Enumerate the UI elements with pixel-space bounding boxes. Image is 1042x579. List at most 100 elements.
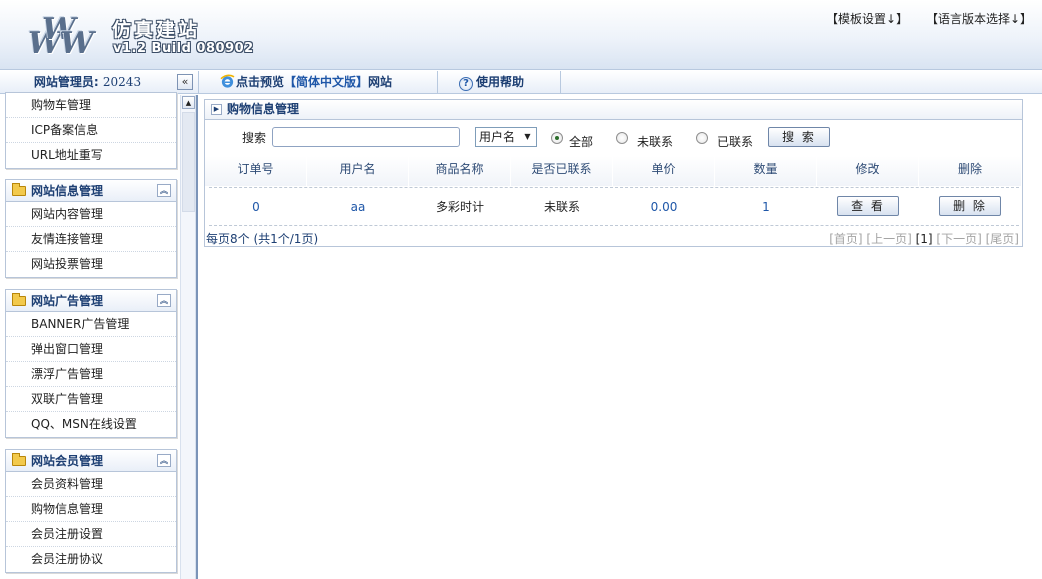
sidebar-group-title: 网站信息管理 [31,184,104,198]
search-button[interactable]: 搜 索 [768,127,830,147]
language-select-link[interactable]: 【语言版本选择↓】 [926,12,1032,26]
help-link[interactable]: ? 使用帮助 [459,71,524,93]
sidebar-group-partial: 购物车管理 ICP备案信息 URL地址重写 [5,92,177,169]
pager: [首页] [上一页] [1] [下一页] [尾页] [829,230,1019,247]
preview-suffix: 网站 [368,75,393,89]
sidebar-item-cart[interactable]: 购物车管理 [6,93,176,118]
column-header[interactable]: 修改 [817,156,919,186]
column-header[interactable]: 单价 [613,156,715,186]
divider [209,225,1019,226]
template-settings-link[interactable]: 【模板设置↓】 [826,12,908,26]
column-header[interactable]: 是否已联系 [511,156,613,186]
folder-icon [12,453,26,466]
sidebar-item-register-settings[interactable]: 会员注册设置 [6,522,176,547]
sidebar-item-float-ad[interactable]: 漂浮广告管理 [6,362,176,387]
arrow-right-icon: ▶ [211,104,222,115]
folder-icon [12,293,26,306]
sidebar-group-header[interactable]: 网站信息管理 ︽ [6,180,176,202]
column-header[interactable]: 用户名 [307,156,409,186]
column-header[interactable]: 数量 [715,156,817,186]
radio-uncontacted[interactable] [616,132,628,144]
column-header[interactable]: 商品名称 [409,156,511,186]
sidebar: 购物车管理 ICP备案信息 URL地址重写 网站信息管理 ︽ 网站内容管理 友情… [0,92,180,579]
help-label: 使用帮助 [476,75,525,89]
cell-order-no: 0 [252,200,260,214]
sidebar-item-popup[interactable]: 弹出窗口管理 [6,337,176,362]
pager-current: [1] [915,232,933,246]
table-header: 订单号 用户名 商品名称 是否已联系 单价 数量 修改 删除 [205,156,1022,186]
cell-price: 0.00 [650,200,678,214]
pager-next[interactable]: [下一页] [936,232,981,246]
sidebar-item-votes[interactable]: 网站投票管理 [6,252,176,277]
admin-id: 20243 [102,75,142,89]
sidebar-item-url-rewrite[interactable]: URL地址重写 [6,143,176,168]
radio-all-label: 全部 [569,135,594,149]
sidebar-item-icp[interactable]: ICP备案信息 [6,118,176,143]
browser-icon [220,74,235,88]
delete-button[interactable]: 删 除 [939,196,1001,216]
site-version: v1.2 Build 080902 [113,41,254,56]
cell-product: 多彩时计 [435,200,484,214]
sidebar-item-couplet-ad[interactable]: 双联广告管理 [6,387,176,412]
collapse-icon[interactable]: ︽ [157,294,171,307]
cell-contacted: 未联系 [543,200,580,214]
collapse-icon[interactable]: ︽ [157,454,171,467]
main-left-border [196,95,198,579]
collapse-icon[interactable]: ︽ [157,184,171,197]
cell-username: aa [350,200,366,214]
site-title: 仿真建站 [112,19,201,41]
divider [209,187,1019,188]
view-button[interactable]: 查 看 [837,196,899,216]
nav-bar: 网站管理员: 20243 « 点击预览【简体中文版】网站 ? 使用帮助 [0,71,1042,94]
radio-contacted[interactable] [696,132,708,144]
sidebar-scrollbar[interactable]: ▲ [180,95,196,579]
column-header[interactable]: 删除 [919,156,1022,186]
sidebar-item-banner[interactable]: BANNER广告管理 [6,312,176,337]
radio-all[interactable] [551,132,563,144]
sidebar-item-content[interactable]: 网站内容管理 [6,202,176,227]
sidebar-item-member-info[interactable]: 会员资料管理 [6,472,176,497]
top-links: 【模板设置↓】 【语言版本选择↓】 [812,10,1032,27]
pager-summary: 每页8个 (共1个/1页) [206,232,319,246]
chevron-down-icon: ▼ [524,132,531,141]
nav-divider [198,71,199,93]
preview-version: 【简体中文版】 [284,75,369,89]
panel-title: 购物信息管理 [227,102,300,116]
cell-quantity: 1 [762,200,770,214]
preview-site-link[interactable]: 点击预览【简体中文版】网站 [220,71,392,93]
sidebar-group-title: 网站会员管理 [31,454,104,468]
scroll-up-icon[interactable]: ▲ [182,96,195,109]
sidebar-group-site-info: 网站信息管理 ︽ 网站内容管理 友情连接管理 网站投票管理 [5,179,177,278]
table-row: 0 aa 多彩时计 未联系 0.00 1 查 看 删 除 [205,191,1022,223]
search-field-select[interactable]: 用户名 ▼ [475,127,537,147]
sidebar-item-qq-msn[interactable]: QQ、MSN在线设置 [6,412,176,437]
panel-header: ▶ 购物信息管理 [205,100,1022,120]
pager-last[interactable]: [尾页] [986,232,1019,246]
radio-contacted-label: 已联系 [717,135,754,149]
select-value: 用户名 [479,130,516,144]
help-icon: ? [459,77,473,91]
preview-prefix: 点击预览 [236,75,285,89]
sidebar-item-links[interactable]: 友情连接管理 [6,227,176,252]
sidebar-group-ads: 网站广告管理 ︽ BANNER广告管理 弹出窗口管理 漂浮广告管理 双联广告管理… [5,289,177,438]
shopping-info-panel: ▶ 购物信息管理 搜索 用户名 ▼ 全部 未联系 已联系 搜 索 订单号 用户名… [204,99,1023,247]
search-input[interactable] [272,127,460,147]
search-bar: 搜索 用户名 ▼ 全部 未联系 已联系 搜 索 [205,122,1022,152]
search-label: 搜索 [242,131,267,145]
column-header[interactable]: 订单号 [205,156,307,186]
nav-divider [560,71,561,93]
sidebar-group-header[interactable]: 网站广告管理 ︽ [6,290,176,312]
sidebar-item-register-agreement[interactable]: 会员注册协议 [6,547,176,572]
radio-uncontacted-label: 未联系 [637,135,674,149]
folder-icon [12,183,26,196]
scroll-thumb[interactable] [182,112,195,212]
site-logo: WWW [28,12,94,61]
header-banner: WWW 仿真建站 v1.2 Build 080902 【模板设置↓】 【语言版本… [0,0,1042,70]
sidebar-item-shopping-info[interactable]: 购物信息管理 [6,497,176,522]
sidebar-group-header[interactable]: 网站会员管理 ︽ [6,450,176,472]
sidebar-collapse-button[interactable]: « [177,74,193,90]
pager-prev[interactable]: [上一页] [866,232,911,246]
nav-divider [437,71,438,93]
sidebar-group-title: 网站广告管理 [31,294,104,308]
pager-first[interactable]: [首页] [829,232,862,246]
